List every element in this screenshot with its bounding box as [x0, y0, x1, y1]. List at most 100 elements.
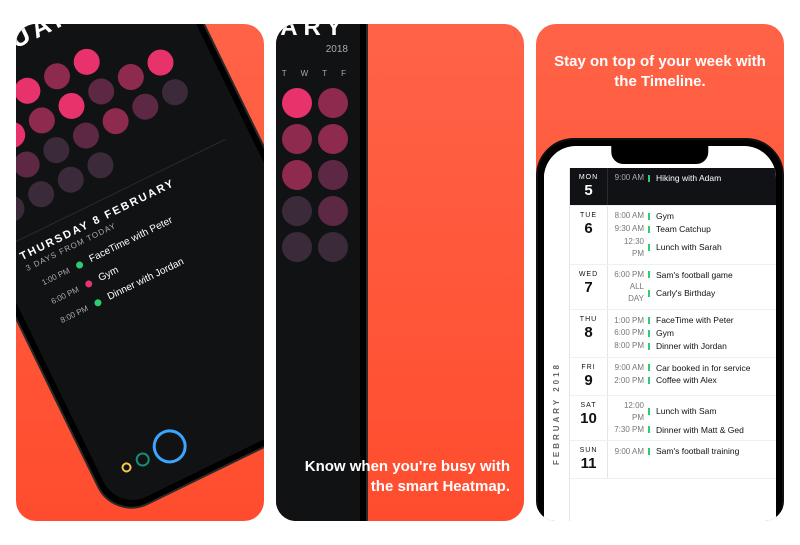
heatmap-day[interactable]	[16, 73, 45, 108]
timeline-day-header: MON5	[570, 168, 608, 205]
timeline-event[interactable]: 1:00 PMFaceTime with Peter	[614, 314, 770, 327]
heatmap-day[interactable]	[69, 118, 104, 153]
timeline-event[interactable]: 9:30 AM Team Catchup	[614, 223, 770, 236]
timeline-day-header: TUE6	[570, 206, 608, 264]
event-color-dot	[84, 279, 93, 288]
timeline-month-rail: FEBRUARY 2018	[544, 168, 570, 521]
timeline-event[interactable]: 12:00 PMLunch with Sam	[614, 400, 770, 424]
event-label: Gym	[97, 265, 121, 284]
timeline-event[interactable]: 9:00 AMSam's football training	[614, 445, 770, 458]
event-label: Lunch with Sarah	[656, 241, 722, 254]
timeline-events: 6:00 PMSam's football gameALL DAY Carly's…	[608, 265, 776, 310]
timeline-day[interactable]: THU81:00 PMFaceTime with Peter6:00 PMGym…	[570, 310, 776, 357]
heatmap-day[interactable]	[158, 75, 193, 110]
heatmap-day[interactable]	[24, 103, 59, 138]
timeline-events: 9:00 AMHiking with Adam	[608, 168, 776, 205]
event-time: 6:00 PM	[614, 327, 644, 339]
heatmap-day[interactable]	[282, 88, 312, 118]
screenshot-panel-1: FEBRUARY 2018 5 6 7 28	[16, 24, 264, 521]
timeline-events: 12:00 PMLunch with Sam7:30 PMDinner with…	[608, 396, 776, 441]
ring-icon[interactable]	[120, 461, 133, 474]
timeline-event[interactable]: 9:00 AMCar booked in for service	[614, 362, 770, 375]
heatmap-day[interactable]	[39, 133, 74, 168]
event-color-mark	[648, 408, 652, 415]
phone-frame: FEBRUARY 2018 MON59:00 AMHiking with Ada…	[536, 138, 784, 521]
heatmap-day[interactable]	[282, 196, 312, 226]
event-label: Team Catchup	[656, 223, 711, 236]
ring-icon[interactable]	[133, 450, 152, 469]
timeline-daynum: 10	[570, 410, 607, 427]
event-color-mark	[648, 271, 652, 278]
heatmap-day[interactable]	[54, 89, 89, 124]
heatmap-day[interactable]	[40, 59, 75, 94]
heatmap-day[interactable]	[128, 89, 163, 124]
phone-frame: FEBRUARY 2018 S S M T W T F	[276, 24, 368, 521]
timeline-day-header: SAT10	[570, 396, 608, 441]
heatmap-day[interactable]	[84, 74, 119, 109]
event-label: Gym	[656, 210, 674, 223]
event-time: 9:00 AM	[614, 362, 644, 374]
timeline-daynum: 5	[570, 182, 607, 199]
heatmap-day[interactable]	[282, 232, 312, 262]
event-color-mark	[648, 290, 652, 297]
heatmap-day[interactable]	[318, 196, 348, 226]
event-row[interactable]: 6:00 PM Gym	[42, 197, 259, 310]
event-time: 6:00 PM	[614, 269, 644, 281]
timeline-event[interactable]: ALL DAY Carly's Birthday	[614, 281, 770, 305]
timeline-event[interactable]: 8:00 AM Gym	[614, 210, 770, 223]
heatmap-day[interactable]	[98, 104, 133, 139]
timeline-event[interactable]: 6:00 PMSam's football game	[614, 269, 770, 282]
heatmap-day[interactable]	[83, 148, 118, 183]
heatmap-grid[interactable]	[276, 88, 348, 262]
timeline-event[interactable]: 9:00 AMHiking with Adam	[614, 172, 770, 185]
timeline-daynum: 6	[570, 220, 607, 237]
timeline-daynum: 8	[570, 324, 607, 341]
weekday-label: T	[322, 69, 327, 78]
panel-caption: Know when you're busy with the smart Hea…	[290, 457, 510, 498]
event-time: ALL DAY	[614, 281, 644, 305]
heatmap-day[interactable]	[318, 232, 348, 262]
heatmap-day[interactable]	[318, 124, 348, 154]
heatmap-day[interactable]	[16, 118, 30, 153]
calendar-filter-rings[interactable]	[115, 424, 193, 485]
heatmap-day[interactable]	[282, 124, 312, 154]
heatmap-day[interactable]	[318, 88, 348, 118]
heatmap-day[interactable]	[113, 60, 148, 95]
event-color-mark	[648, 175, 652, 182]
phone-frame: FEBRUARY 2018 5 6 7 28	[16, 24, 264, 521]
timeline-dow: MON	[570, 174, 607, 181]
timeline-event[interactable]: 7:30 PMDinner with Matt & Ged	[614, 424, 770, 437]
timeline-event[interactable]: 8:00 PMDinner with Jordan	[614, 340, 770, 353]
timeline-day[interactable]: SAT1012:00 PMLunch with Sam7:30 PMDinner…	[570, 396, 776, 442]
timeline-event[interactable]: 12:30 PMLunch with Sarah	[614, 236, 770, 260]
timeline-event[interactable]: 6:00 PMGym	[614, 327, 770, 340]
event-time: 1:00 PM	[33, 266, 71, 291]
heatmap-day[interactable]	[318, 160, 348, 190]
heatmap-day[interactable]	[24, 177, 59, 212]
event-time: 9:30 AM	[614, 223, 644, 235]
event-label: Hiking with Adam	[656, 172, 721, 185]
heatmap-day[interactable]	[16, 191, 29, 226]
heatmap-day[interactable]	[16, 147, 44, 182]
timeline-day[interactable]: SUN119:00 AMSam's football training	[570, 441, 776, 479]
heatmap-day[interactable]	[143, 45, 178, 80]
event-time: 8:00 AM	[614, 210, 644, 222]
timeline-day[interactable]: WED76:00 PMSam's football gameALL DAYCar…	[570, 265, 776, 311]
event-label: FaceTime with Peter	[656, 314, 734, 327]
event-color-mark	[648, 213, 652, 220]
event-time: 8:00 PM	[614, 340, 644, 352]
timeline-events: 8:00 AM Gym 9:30 AM Team Catchup12:30 PMLun…	[608, 206, 776, 264]
event-label: Carly's Birthday	[656, 287, 715, 300]
event-color-mark	[648, 448, 652, 455]
heatmap-day[interactable]	[69, 44, 104, 79]
timeline-day[interactable]: TUE6 8:00 AM Gym 9:30 AM Team Catchup12:30 P…	[570, 206, 776, 265]
timeline-event[interactable]: 2:00 PMCoffee with Alex	[614, 374, 770, 387]
heatmap-day[interactable]	[53, 162, 88, 197]
ring-icon[interactable]	[147, 424, 192, 469]
timeline-day[interactable]: FRI99:00 AMCar booked in for service2:00…	[570, 358, 776, 396]
timeline-day[interactable]: MON5 9:00 AMHiking with Adam	[570, 168, 776, 206]
month-label: FEBRUARY	[276, 24, 348, 42]
heatmap-day[interactable]	[282, 160, 312, 190]
event-label: Sam's football training	[656, 445, 739, 458]
event-time: 7:30 PM	[614, 424, 644, 436]
